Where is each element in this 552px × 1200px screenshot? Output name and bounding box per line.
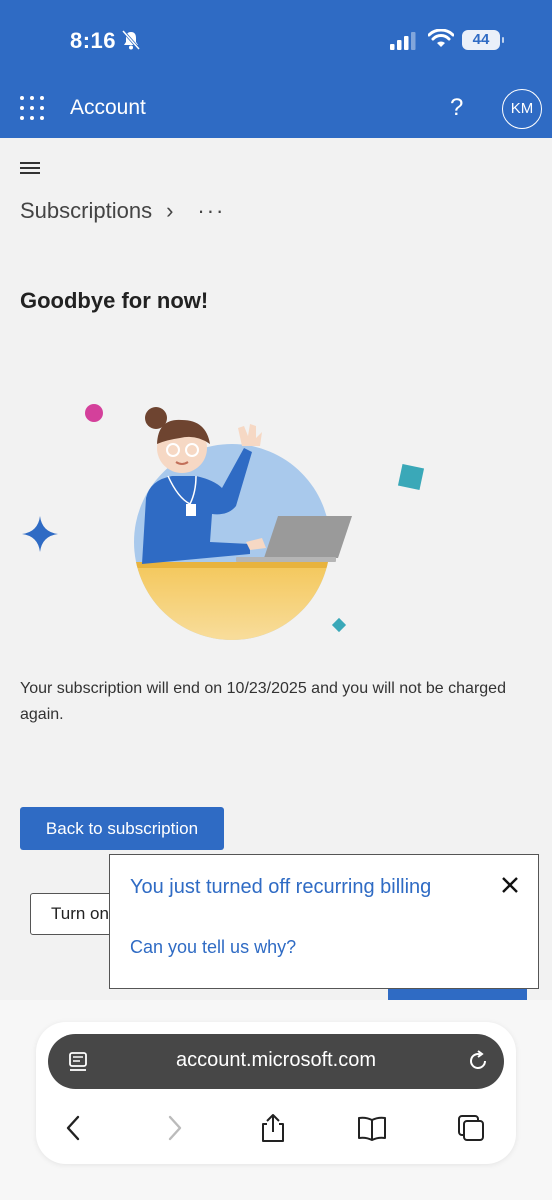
forward-icon[interactable] — [158, 1112, 190, 1144]
bell-off-icon — [122, 30, 140, 50]
popup-title: You just turned off recurring billing — [130, 876, 432, 898]
top-bar: 8:16 44 Account ? KM — [0, 0, 552, 138]
subscription-end-message: Your subscription will end on 10/23/2025… — [20, 680, 506, 723]
page-title: Goodbye for now! — [20, 288, 209, 313]
avatar[interactable]: KM — [502, 89, 542, 129]
back-to-subscription-button[interactable]: Back to subscription — [20, 807, 224, 850]
feedback-popup: You just turned off recurring billing Ca… — [109, 854, 539, 989]
main-content: Subscriptions › ··· Goodbye for now! You… — [0, 138, 552, 1000]
menu-icon[interactable] — [20, 162, 40, 176]
wifi-icon — [428, 29, 454, 47]
feedback-link[interactable]: Can you tell us why? — [130, 937, 296, 958]
breadcrumb-subscriptions[interactable]: Subscriptions — [20, 198, 152, 224]
tabs-icon[interactable] — [455, 1112, 487, 1144]
chevron-right-icon: › — [166, 198, 174, 223]
url-text: account.microsoft.com — [175, 1049, 377, 1071]
goodbye-illustration — [22, 404, 425, 640]
status-time: 8:16 — [70, 28, 117, 53]
more-icon[interactable]: ··· — [197, 198, 225, 224]
bookmarks-icon[interactable] — [356, 1112, 388, 1144]
reload-icon[interactable] — [466, 1049, 490, 1073]
close-icon[interactable] — [496, 871, 524, 899]
browser-panel: account.microsoft.com — [36, 1022, 516, 1164]
back-icon[interactable] — [58, 1112, 90, 1144]
app-title: Account — [70, 96, 146, 119]
share-icon[interactable] — [257, 1112, 289, 1144]
browser-toolbar: account.microsoft.com — [0, 1000, 552, 1200]
help-icon[interactable]: ? — [450, 94, 463, 122]
signal-icon — [390, 32, 416, 50]
breadcrumb: Subscriptions › ··· — [20, 198, 225, 224]
battery-indicator: 44 — [462, 30, 504, 50]
address-bar[interactable]: account.microsoft.com — [48, 1034, 504, 1089]
app-launcher-icon[interactable] — [20, 96, 44, 120]
